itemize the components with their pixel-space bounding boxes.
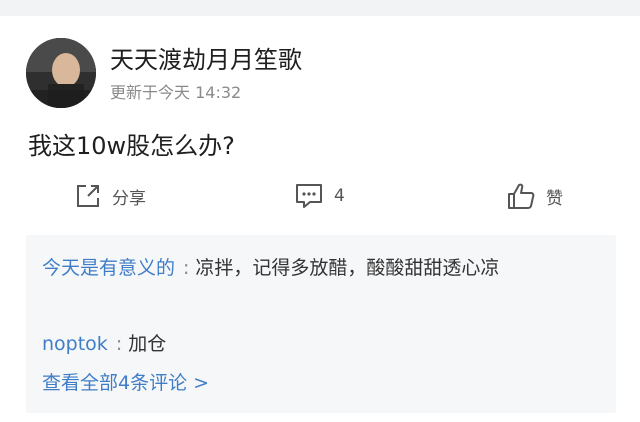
comment-item: 今天是有意义的: 凉拌，记得多放醋，酸酸甜甜透心凉: [42, 251, 602, 285]
comment-separator: :: [183, 257, 190, 279]
comment-count: 4: [334, 186, 345, 206]
post-text: 我这10w股怎么办?: [28, 132, 235, 160]
update-time: 更新于今天 14:32: [110, 83, 242, 102]
comment-icon: [296, 184, 322, 208]
view-all-comments-link[interactable]: 查看全部4条评论 >: [42, 366, 209, 400]
share-button[interactable]: 分享: [74, 176, 146, 216]
username[interactable]: 天天渡劫月月笙歌: [110, 40, 302, 75]
avatar-image: [26, 38, 96, 108]
comment-item: noptok: 加仓: [42, 327, 166, 361]
share-label: 分享: [112, 188, 146, 209]
comment-text: 加仓: [128, 333, 167, 355]
like-label: 赞: [546, 188, 563, 209]
comment-section: 今天是有意义的: 凉拌，记得多放醋，酸酸甜甜透心凉 noptok: 加仓 查看全部4…: [26, 235, 616, 413]
share-icon: [77, 185, 99, 207]
thumbs-up-icon: [508, 183, 535, 209]
comment-author[interactable]: 今天是有意义的: [42, 257, 175, 279]
comment-text: 凉拌，记得多放醋，酸酸甜甜透心凉: [195, 257, 500, 279]
like-button[interactable]: 赞: [506, 176, 563, 216]
comment-separator: :: [115, 333, 123, 355]
comment-author[interactable]: noptok: [42, 333, 108, 355]
avatar[interactable]: [26, 38, 96, 108]
comment-button[interactable]: 4: [294, 176, 345, 216]
top-bar: [0, 0, 640, 16]
